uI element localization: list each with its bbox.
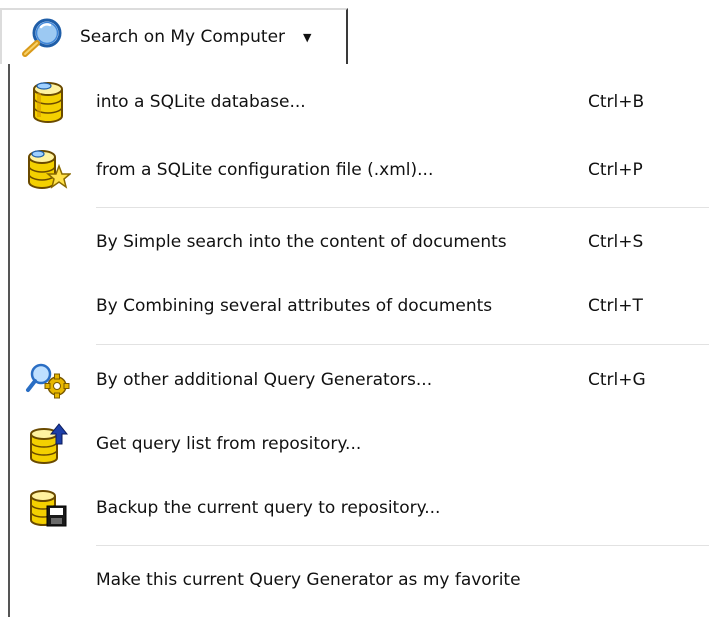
menu-item-label: Get query list from repository... (96, 434, 362, 454)
search-dropdown-menu: into a SQLite database... Ctrl+B from a … (8, 64, 709, 617)
menu-item-sqlite-database[interactable]: into a SQLite database... Ctrl+B (10, 74, 709, 130)
menu-item-label: By Simple search into the content of doc… (96, 232, 507, 252)
menu-separator (96, 545, 709, 546)
database-icon (10, 74, 86, 130)
menu-item-backup-query[interactable]: Backup the current query to repository..… (10, 480, 709, 536)
menu-item-shortcut: Ctrl+B (588, 92, 645, 112)
menu-item-label: Make this current Query Generator as my … (96, 570, 521, 590)
menu-icon-slot (10, 214, 86, 270)
database-star-icon (10, 142, 86, 198)
menu-item-other-query-generators[interactable]: By other additional Query Generators... … (10, 352, 709, 408)
menu-item-label: By Combining several attributes of docum… (96, 296, 493, 316)
menu-item-shortcut: Ctrl+T (588, 296, 643, 316)
menu-separator (96, 207, 709, 208)
menu-separator (96, 344, 709, 345)
app-window: Search on My Computer ▼ into a SQLite da… (0, 0, 709, 617)
menu-item-label: By other additional Query Generators... (96, 370, 433, 390)
menu-icon-slot (10, 278, 86, 334)
menu-item-sqlite-config-file[interactable]: from a SQLite configuration file (.xml).… (10, 142, 709, 198)
menu-item-shortcut: Ctrl+P (588, 160, 643, 180)
menu-item-simple-search[interactable]: By Simple search into the content of doc… (10, 214, 709, 270)
menu-item-make-favorite[interactable]: Make this current Query Generator as my … (10, 552, 709, 608)
query-generator-icon (10, 352, 86, 408)
repository-get-icon (10, 416, 86, 472)
menu-item-shortcut: Ctrl+S (588, 232, 644, 252)
toolbar: Search on My Computer ▼ (0, 0, 709, 64)
chevron-down-icon: ▼ (303, 30, 312, 44)
magnifier-icon (14, 15, 70, 59)
menu-item-label: into a SQLite database... (96, 92, 306, 112)
menu-item-shortcut: Ctrl+G (588, 370, 646, 390)
menu-icon-slot (10, 552, 86, 608)
menu-item-label: Backup the current query to repository..… (96, 498, 441, 518)
menu-item-label: from a SQLite configuration file (.xml).… (96, 160, 434, 180)
search-on-my-computer-button[interactable]: Search on My Computer ▼ (0, 8, 348, 64)
search-button-label: Search on My Computer (80, 27, 286, 47)
menu-item-combining-attributes[interactable]: By Combining several attributes of docum… (10, 278, 709, 334)
menu-item-get-query-list[interactable]: Get query list from repository... (10, 416, 709, 472)
repository-backup-icon (10, 480, 86, 536)
